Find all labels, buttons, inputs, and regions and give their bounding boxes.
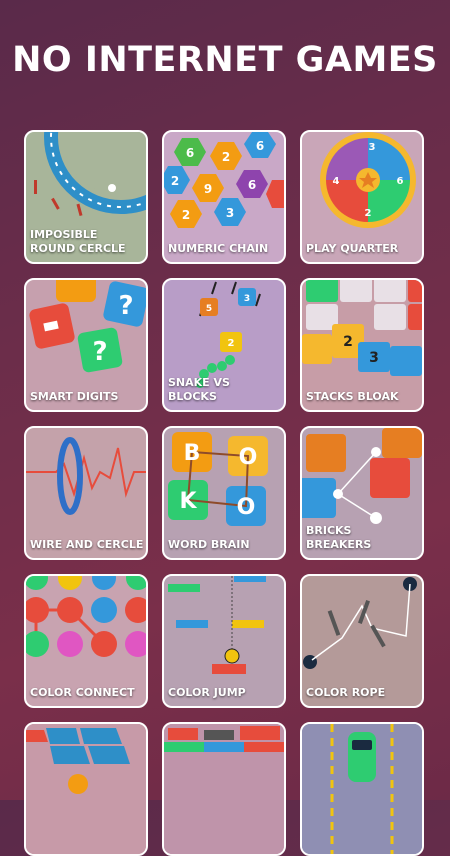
block-number: 3 <box>244 294 250 304</box>
game-tile-numeric-chain[interactable]: 6 2 6 2 9 6 2 3 NUMERIC CHAIN <box>162 130 286 264</box>
chain-number: 2 <box>182 208 190 222</box>
game-label: COLOR JUMP <box>168 686 246 699</box>
game-tile-imposible-round-cercle[interactable]: IMPOSIBLE ROUND CERCLE <box>24 130 148 264</box>
svg-text:?: ? <box>92 337 107 367</box>
wheel-number: 2 <box>365 208 372 219</box>
game-tile-word-brain[interactable]: B O K O WORD BRAIN <box>162 426 286 560</box>
game-tile-stacks-bloak[interactable]: 2 3 STACKS BLOAK <box>300 278 424 412</box>
game-grid: IMPOSIBLE ROUND CERCLE 6 2 6 2 9 6 2 3 N… <box>24 130 428 856</box>
block-number: 2 <box>228 338 235 349</box>
game-label: WIRE AND CERCLE <box>30 538 144 551</box>
game-label: COLOR CONNECT <box>30 686 135 699</box>
chain-number: 6 <box>256 139 264 153</box>
stack-number: 3 <box>369 350 379 366</box>
game-label: WORD BRAIN <box>168 538 250 551</box>
game-label: IMPOSIBLE ROUND CERCLE <box>30 228 126 255</box>
game-label: BRICKS BREAKERS <box>306 524 372 551</box>
car-race-thumbnail <box>302 724 422 854</box>
game-tile-car-race[interactable] <box>300 722 424 856</box>
game-tile-play-quarter[interactable]: 3 6 2 4 PLAY QUARTER <box>300 130 424 264</box>
chain-number: 2 <box>171 174 179 188</box>
game-label: SMART DIGITS <box>30 390 119 403</box>
word-letter: B <box>184 441 201 466</box>
svg-text:?: ? <box>118 291 133 321</box>
ball-path-thumbnail <box>26 724 146 854</box>
game-tile-snake-vs-blocks[interactable]: 5 3 2 SNAKE VS BLOCKS <box>162 278 286 412</box>
game-tile-color-jump[interactable]: COLOR JUMP <box>162 574 286 708</box>
chain-number: 3 <box>226 206 234 220</box>
word-letter: O <box>239 445 258 470</box>
game-tile-smart-digits[interactable]: ? ? SMART DIGITS <box>24 278 148 412</box>
chain-number: 6 <box>186 146 194 160</box>
stack-colors-thumbnail <box>164 724 284 854</box>
game-tile-stack-colors[interactable] <box>162 722 286 856</box>
page-title: NO INTERNET GAMES <box>12 40 438 80</box>
game-tile-ball-path[interactable] <box>24 722 148 856</box>
chain-number: 6 <box>248 178 256 192</box>
game-label: COLOR ROPE <box>306 686 386 699</box>
word-letter: K <box>179 489 197 514</box>
game-tile-bricks-breakers[interactable]: BRICKS BREAKERS <box>300 426 424 560</box>
game-label: SNAKE VS BLOCKS <box>168 376 230 403</box>
game-tile-wire-and-cercle[interactable]: WIRE AND CERCLE <box>24 426 148 560</box>
stack-number: 2 <box>343 334 353 350</box>
wheel-number: 4 <box>333 176 340 187</box>
game-label: STACKS BLOAK <box>306 390 399 403</box>
game-label: PLAY QUARTER <box>306 242 399 255</box>
wheel-number: 3 <box>369 142 376 153</box>
game-label: NUMERIC CHAIN <box>168 242 269 255</box>
chain-number: 9 <box>204 182 212 196</box>
block-number: 5 <box>206 304 212 314</box>
game-tile-color-rope[interactable]: COLOR ROPE <box>300 574 424 708</box>
game-tile-color-connect[interactable]: COLOR CONNECT <box>24 574 148 708</box>
chain-number: 2 <box>222 150 230 164</box>
wheel-number: 6 <box>397 176 404 187</box>
word-letter: O <box>237 495 256 520</box>
